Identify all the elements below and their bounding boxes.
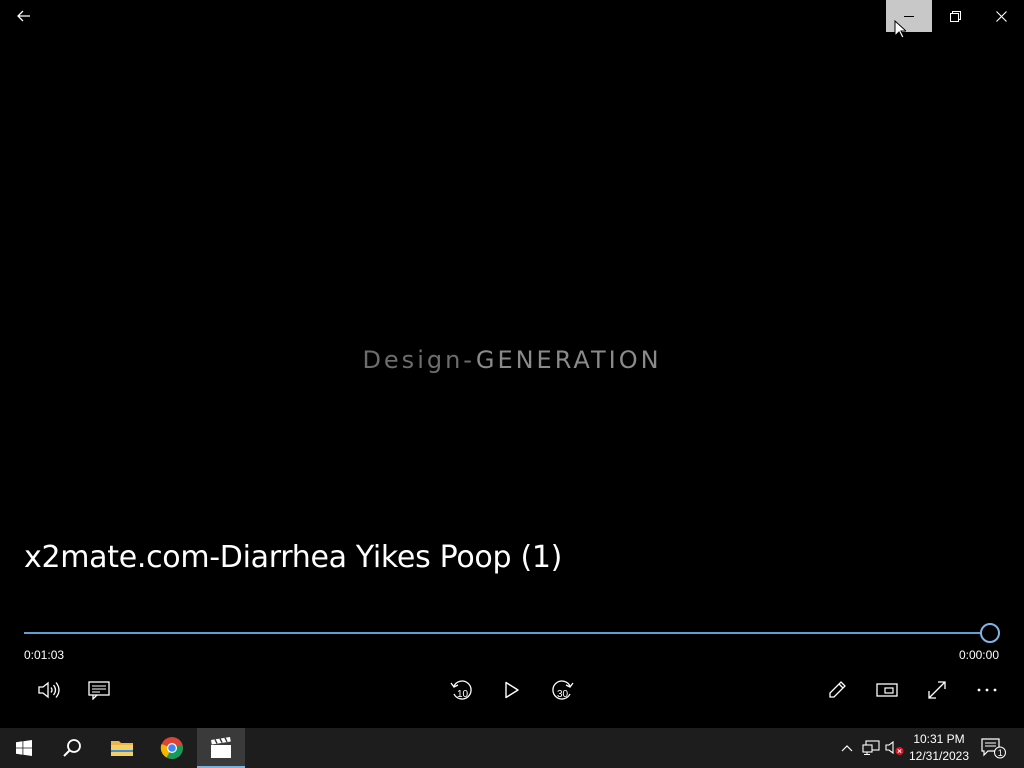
skip-forward-30-icon: 30: [552, 680, 574, 700]
mouse-cursor-icon: [894, 20, 906, 39]
volume-icon: [38, 681, 60, 699]
restore-button[interactable]: [932, 0, 978, 32]
notification-icon: 1: [981, 738, 1006, 759]
search-button[interactable]: [48, 728, 96, 768]
seek-bar[interactable]: [24, 632, 990, 634]
video-frame-text-part1: Design-: [362, 346, 476, 374]
search-icon: [63, 739, 81, 757]
more-options-button[interactable]: [969, 672, 1005, 708]
elapsed-time: 0:01:03: [24, 648, 65, 662]
media-title: x2mate.com-Diarrhea Yikes Poop (1): [24, 540, 563, 575]
video-frame-text-part2: GENERATION: [475, 346, 662, 374]
clock-time: 10:31 PM: [913, 732, 965, 746]
remaining-time: 0:00:00: [958, 648, 999, 662]
skip-forward-label: 30: [557, 689, 569, 700]
clapperboard-icon: [211, 737, 231, 758]
minimize-button[interactable]: [886, 0, 932, 32]
clock-date: 12/31/2023: [908, 749, 970, 763]
seek-thumb[interactable]: [980, 623, 1000, 643]
chrome-icon: [160, 737, 183, 759]
skip-back-10-icon: 10: [450, 680, 472, 700]
show-hidden-icons-button[interactable]: [838, 728, 856, 768]
skip-forward-button[interactable]: 30: [544, 672, 580, 708]
captions-button[interactable]: [81, 672, 117, 708]
restore-icon: [949, 10, 961, 22]
seek-bar-progress: [24, 632, 990, 634]
action-center-button[interactable]: 1: [978, 728, 1008, 768]
volume-tray-button[interactable]: [884, 728, 906, 768]
mini-view-button[interactable]: [869, 672, 905, 708]
close-button[interactable]: [978, 0, 1024, 32]
folder-icon: [111, 741, 133, 756]
play-icon: [505, 681, 519, 699]
start-button[interactable]: [0, 728, 48, 768]
fullscreen-button[interactable]: [919, 672, 955, 708]
back-button[interactable]: [1, 0, 47, 32]
volume-muted-icon: [885, 740, 904, 755]
back-arrow-icon: [17, 10, 30, 22]
network-tray-button[interactable]: [860, 728, 882, 768]
notification-count: 1: [998, 748, 1003, 758]
skip-back-button[interactable]: 10: [444, 672, 480, 708]
captions-icon: [88, 681, 110, 700]
close-icon: [995, 10, 1007, 22]
taskbar-clock[interactable]: 10:31 PM 12/31/2023: [906, 731, 972, 765]
more-icon: [977, 688, 997, 692]
movies-and-tv-window: Design-GENERATION x2mate.com-Diarrhea Yi…: [0, 0, 1024, 728]
fullscreen-icon: [928, 681, 946, 699]
edit-button[interactable]: [819, 672, 855, 708]
file-explorer-button[interactable]: [98, 728, 146, 768]
chrome-button[interactable]: [148, 728, 196, 768]
video-frame-text: Design-GENERATION: [0, 346, 1024, 374]
pencil-icon: [829, 681, 846, 698]
taskbar: 10:31 PM 12/31/2023 1: [0, 728, 1024, 768]
windows-logo-icon: [16, 740, 32, 756]
chevron-up-icon: [841, 745, 853, 752]
mini-view-icon: [876, 683, 898, 697]
movies-and-tv-taskbar-button[interactable]: [197, 728, 245, 768]
skip-back-label: 10: [457, 689, 469, 700]
volume-button[interactable]: [31, 672, 67, 708]
play-button[interactable]: [494, 672, 530, 708]
network-icon: [862, 740, 880, 756]
